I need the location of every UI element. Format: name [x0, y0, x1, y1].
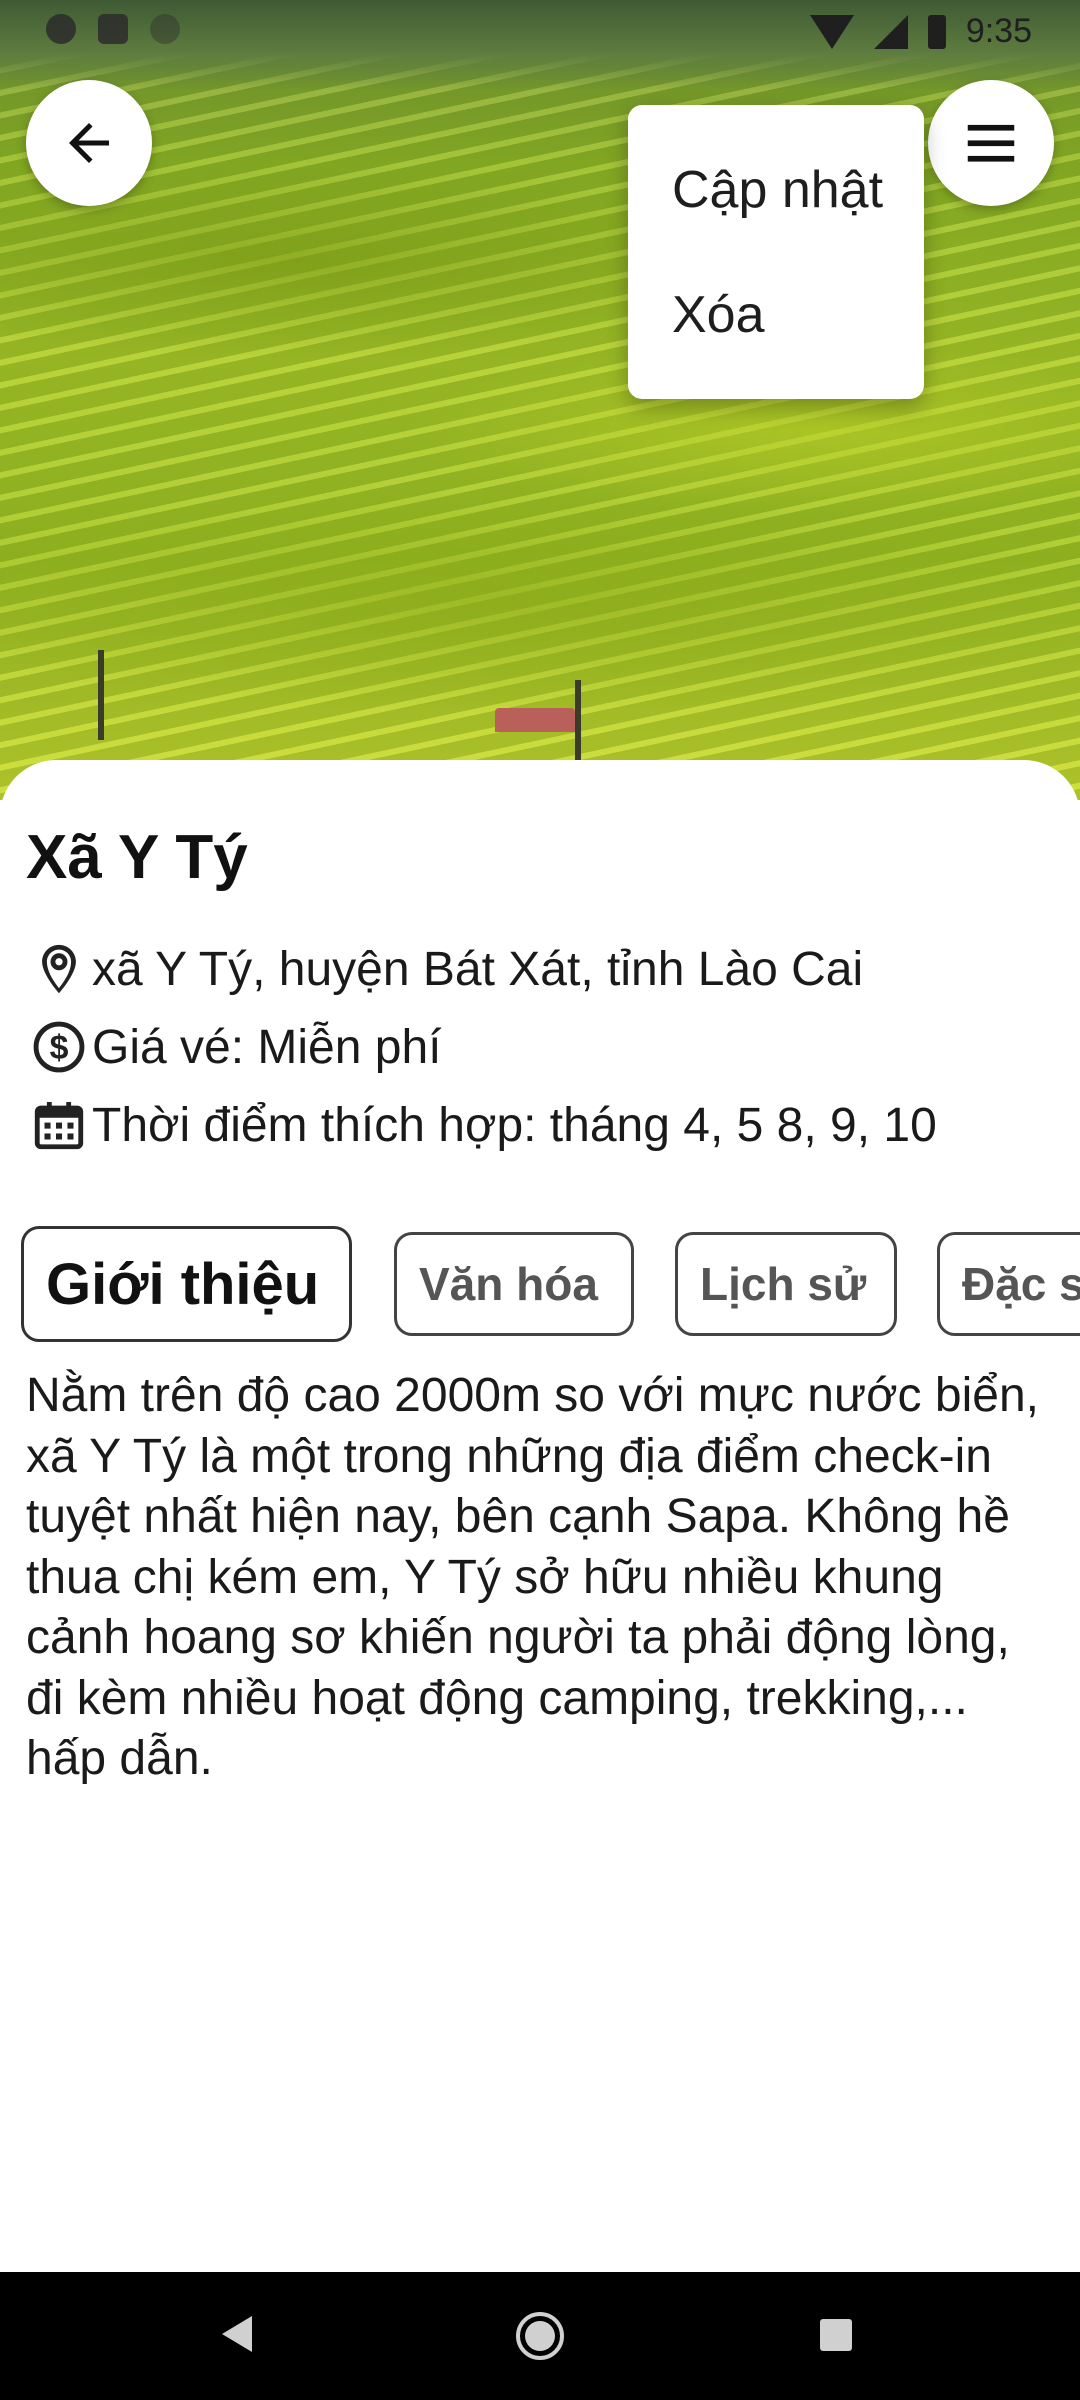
svg-text:$: $ [50, 1029, 69, 1067]
status-bar: 9:35 [0, 0, 1080, 64]
price-text: Giá vé: Miễn phí [92, 1020, 442, 1074]
address-text: xã Y Tý, huyện Bát Xát, tỉnh Lào Cai [92, 942, 864, 996]
menu-item-delete[interactable]: Xóa [672, 285, 765, 345]
signal-icon [873, 14, 908, 49]
system-icons: 9:35 [809, 12, 1032, 51]
nav-recents-icon[interactable] [820, 2319, 852, 2351]
description-text: Nằm trên độ cao 2000m so với mực nước bi… [26, 1369, 1039, 1785]
back-button[interactable] [26, 80, 152, 206]
menu-button[interactable] [928, 80, 1054, 206]
hut [495, 708, 575, 732]
place-title: Xã Y Tý [26, 823, 248, 892]
content-card: Xã Y Tý xã Y Tý, huyện Bát Xát, tỉnh Lào… [0, 760, 1080, 2272]
address-row: xã Y Tý, huyện Bát Xát, tỉnh Lào Cai [30, 940, 863, 998]
sd-card-icon [98, 14, 128, 44]
battery-icon [927, 14, 946, 49]
nav-home-icon[interactable] [516, 2312, 564, 2360]
wifi-icon [809, 14, 854, 49]
settings-notification-icon [46, 14, 76, 44]
options-popup-menu: Cập nhật Xóa [628, 105, 924, 399]
hamburger-menu-icon [967, 124, 1015, 162]
nav-back-icon[interactable] [222, 2316, 252, 2352]
tab-culture[interactable]: Văn hóa [394, 1232, 634, 1336]
sync-icon [150, 14, 180, 44]
calendar-icon [34, 1102, 84, 1150]
pole [98, 650, 104, 740]
tab-bar: Giới thiệu Văn hóa Lịch sử Đặc s [21, 1226, 1080, 1344]
best-time-text: Thời điểm thích hợp: tháng 4, 5 8, 9, 10 [92, 1098, 937, 1152]
menu-item-update[interactable]: Cập nhật [672, 160, 883, 220]
notification-icons [46, 14, 180, 44]
tab-introduction[interactable]: Giới thiệu [21, 1226, 352, 1342]
tab-history[interactable]: Lịch sử [675, 1232, 897, 1336]
location-pin-icon [42, 944, 76, 994]
navigation-bar [0, 2272, 1080, 2400]
tab-specialties[interactable]: Đặc s [937, 1232, 1080, 1336]
pole [575, 680, 581, 760]
price-row: $ Giá vé: Miễn phí [30, 1018, 442, 1076]
arrow-left-icon [69, 123, 109, 163]
best-time-row: Thời điểm thích hợp: tháng 4, 5 8, 9, 10 [30, 1096, 937, 1154]
dollar-circle-icon: $ [33, 1021, 85, 1073]
status-time: 9:35 [965, 12, 1032, 50]
